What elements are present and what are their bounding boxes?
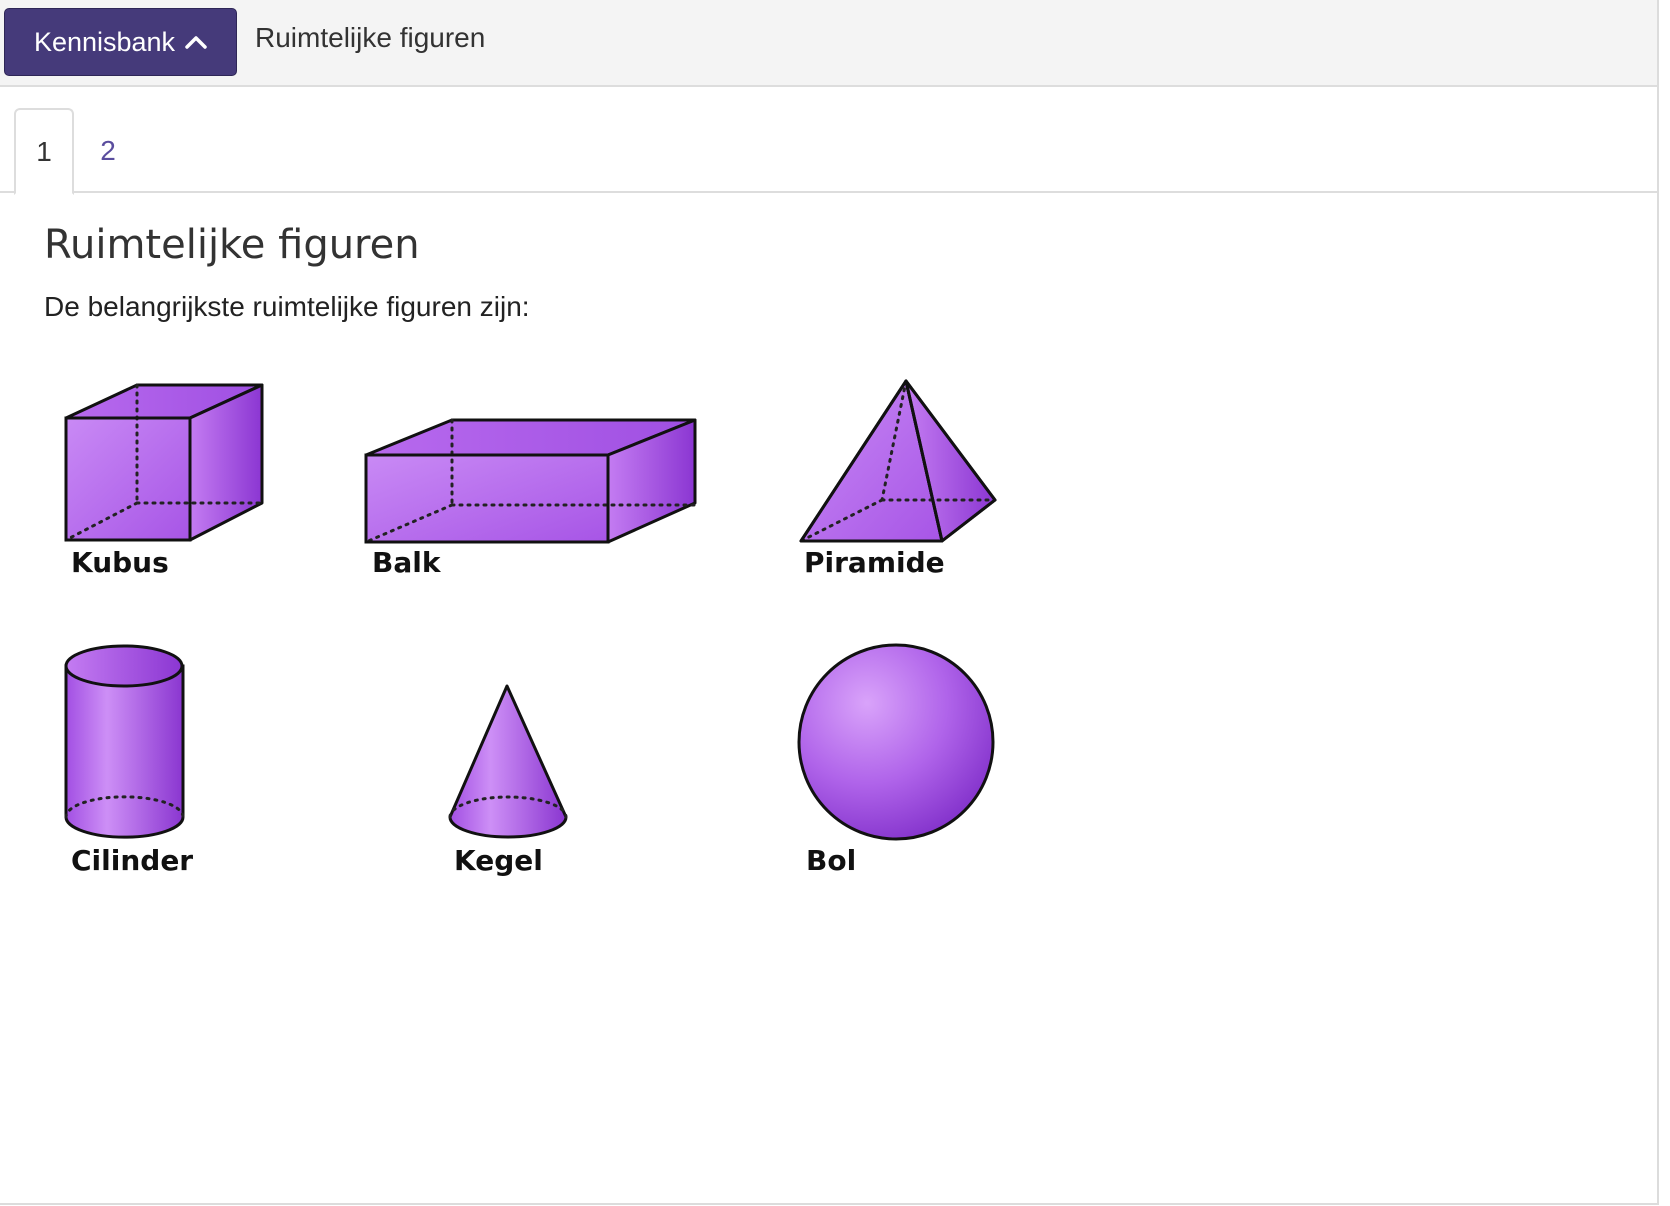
chevron-up-icon: [185, 36, 207, 49]
label-kubus: Kubus: [71, 546, 169, 579]
content-title: Ruimtelijke figuren: [44, 222, 420, 268]
panel: Kennisbank Ruimtelijke figuren 1 2 Ruimt…: [0, 0, 1659, 1205]
cone-figure: [448, 684, 568, 839]
label-balk: Balk: [372, 546, 442, 579]
page-title: Ruimtelijke figuren: [255, 22, 486, 53]
kennisbank-label: Kennisbank: [33, 26, 176, 57]
kennisbank-button[interactable]: Kennisbank: [4, 8, 237, 76]
label-piramide: Piramide: [804, 546, 945, 579]
content-intro: De belangrijkste ruimtelijke figuren zij…: [44, 291, 530, 322]
label-bol: Bol: [806, 844, 856, 877]
figures-illustration: Kubus Balk Piramide Cilinder Kegel Bol: [64, 379, 997, 877]
top-bar: Kennisbank Ruimtelijke figuren: [0, 0, 1657, 87]
cuboid-figure: [364, 418, 697, 544]
cube-figure: [64, 383, 264, 542]
cylinder-figure: [64, 644, 185, 839]
tab-bar: 1 2: [0, 87, 1657, 195]
tab-1[interactable]: 1: [14, 108, 74, 195]
pyramid-figure: [799, 379, 997, 543]
sphere-figure: [797, 643, 995, 841]
tab-2[interactable]: 2: [78, 108, 138, 193]
label-kegel: Kegel: [454, 844, 543, 877]
label-cilinder: Cilinder: [71, 844, 193, 877]
